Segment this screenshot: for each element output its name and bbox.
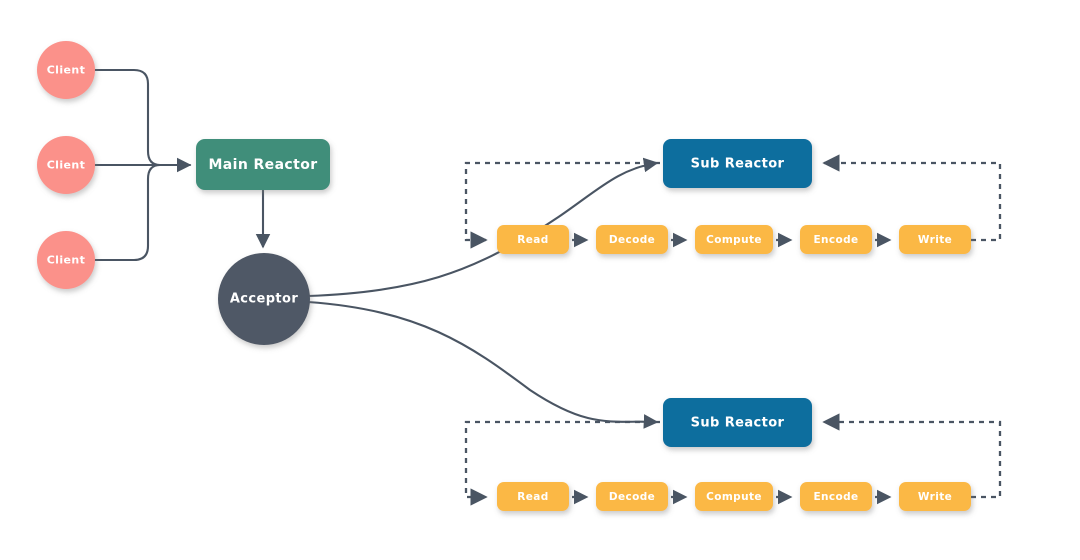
node-client-1[interactable]: Client	[37, 41, 95, 99]
stage-top-compute[interactable]: Compute	[695, 225, 773, 254]
reactor-pattern-diagram: Client Client Client Main Reactor Accept…	[37, 41, 1002, 511]
stage-bottom-decode-label: Decode	[609, 491, 655, 503]
sub-reactor-top-label: Sub Reactor	[691, 157, 785, 172]
node-acceptor[interactable]: Acceptor	[218, 253, 310, 345]
node-main-reactor[interactable]: Main Reactor	[196, 139, 330, 190]
stage-top-write-label: Write	[918, 234, 952, 246]
stage-top-decode[interactable]: Decode	[596, 225, 668, 254]
client-2-label: Client	[47, 159, 86, 172]
stage-bottom-read-label: Read	[517, 491, 548, 503]
connector-acceptor-to-sub-bottom	[307, 300, 659, 429]
diagram-canvas: Client Client Client Main Reactor Accept…	[0, 0, 1080, 560]
stage-bottom-encode[interactable]: Encode	[800, 482, 872, 511]
sub-reactor-bottom-label: Sub Reactor	[691, 416, 785, 431]
stage-top-read-label: Read	[517, 234, 548, 246]
connector-client-3-to-main	[93, 163, 162, 262]
acceptor-fanout-connectors	[307, 157, 659, 429]
stage-bottom-compute-label: Compute	[706, 491, 762, 503]
top-pipeline-stages: Read Decode Compute Encode Write	[497, 225, 971, 254]
stage-top-decode-label: Decode	[609, 234, 655, 246]
node-client-2[interactable]: Client	[37, 136, 95, 194]
client-1-label: Client	[47, 64, 86, 77]
stage-bottom-read[interactable]: Read	[497, 482, 569, 511]
stage-bottom-write-label: Write	[918, 491, 952, 503]
acceptor-label: Acceptor	[230, 292, 299, 307]
stage-top-read[interactable]: Read	[497, 225, 569, 254]
stage-top-encode-label: Encode	[813, 234, 858, 246]
client-connectors	[93, 68, 192, 262]
node-sub-reactor-bottom[interactable]: Sub Reactor	[663, 398, 812, 447]
stage-top-compute-label: Compute	[706, 234, 762, 246]
stage-bottom-decode[interactable]: Decode	[596, 482, 668, 511]
connector-client-1-to-main	[93, 68, 162, 167]
stage-top-write[interactable]: Write	[899, 225, 971, 254]
node-sub-reactor-top[interactable]: Sub Reactor	[663, 139, 812, 188]
stage-top-encode[interactable]: Encode	[800, 225, 872, 254]
stage-bottom-compute[interactable]: Compute	[695, 482, 773, 511]
node-client-3[interactable]: Client	[37, 231, 95, 289]
main-reactor-label: Main Reactor	[208, 157, 317, 173]
stage-bottom-encode-label: Encode	[813, 491, 858, 503]
client-nodes: Client Client Client	[37, 41, 95, 289]
client-3-label: Client	[47, 254, 86, 267]
stage-bottom-write[interactable]: Write	[899, 482, 971, 511]
bottom-pipeline-stages: Read Decode Compute Encode Write	[497, 482, 971, 511]
